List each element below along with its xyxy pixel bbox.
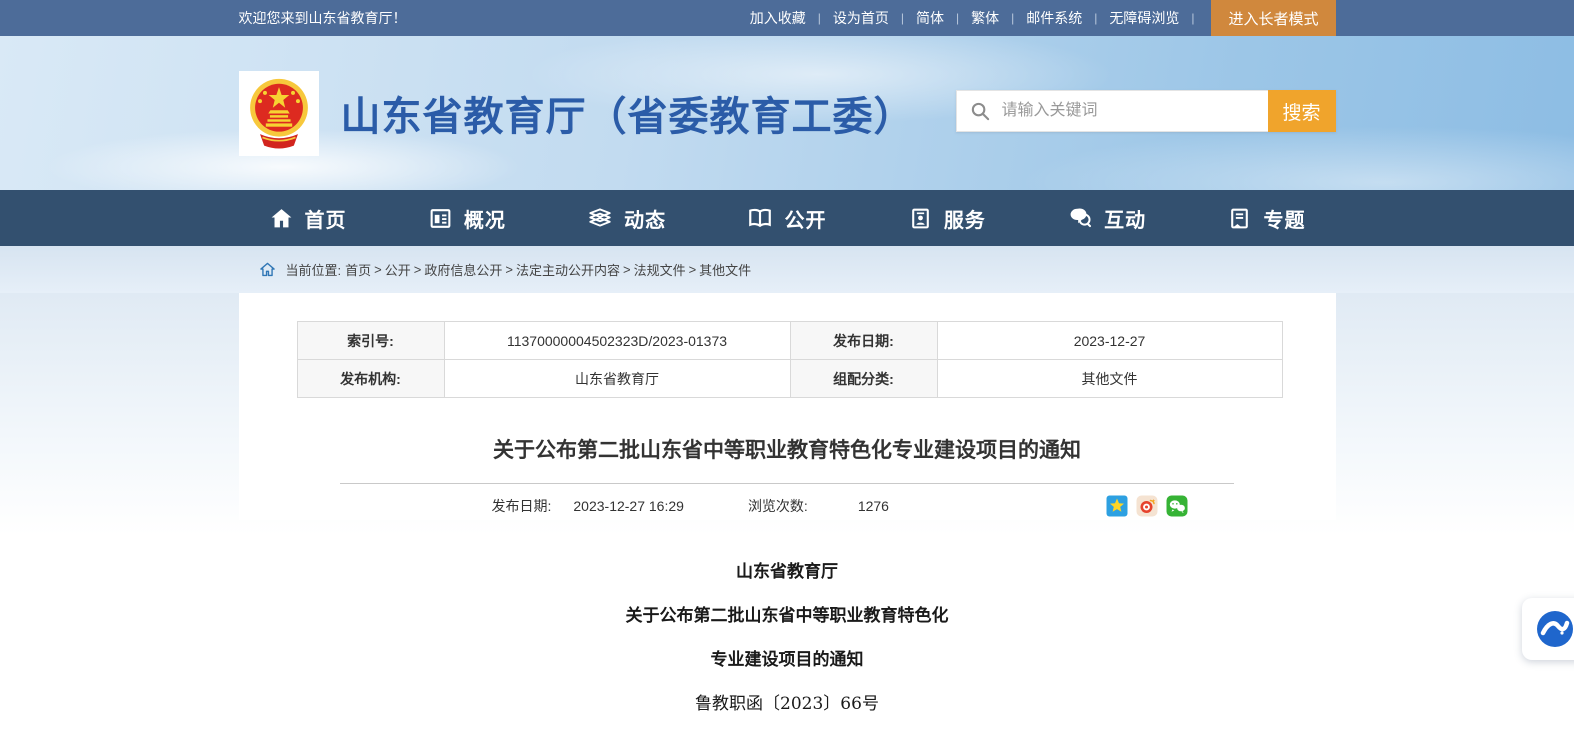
search-button[interactable]: 搜索 [1268, 90, 1336, 132]
open-book-icon [747, 205, 773, 231]
topbar-links: 加入收藏 | 设为首页 | 简体 | 繁体 | 邮件系统 | 无障碍浏览 | 进… [743, 0, 1336, 37]
nav-item-home[interactable]: 首页 [269, 204, 347, 233]
article-title: 关于公布第二批山东省中等职业教育特色化专业建设项目的通知 [239, 438, 1336, 464]
topbar: 欢迎您来到山东省教育厅！ 加入收藏 | 设为首页 | 简体 | 繁体 | 邮件系… [0, 0, 1574, 36]
category-value: 其他文件 [937, 360, 1282, 398]
article-body: 山东省教育厅 关于公布第二批山东省中等职业教育特色化 专业建设项目的通知 鲁教职… [0, 520, 1574, 713]
services-icon [908, 206, 933, 231]
topbar-divider: | [813, 11, 826, 25]
breadcrumb-separator: > [374, 262, 382, 277]
interaction-icon [1067, 205, 1093, 231]
gov-service-icon [1535, 609, 1574, 649]
main-content: 索引号: 11370000004502323D/2023-01373 发布日期:… [0, 293, 1574, 756]
topbar-divider: | [951, 11, 964, 25]
set-homepage-link[interactable]: 设为首页 [826, 8, 896, 28]
weibo-share-icon[interactable] [1136, 495, 1158, 517]
qzone-share-icon[interactable] [1106, 495, 1128, 517]
accessibility-link[interactable]: 无障碍浏览 [1102, 8, 1186, 28]
overview-icon [428, 206, 453, 231]
welcome-text: 欢迎您来到山东省教育厅！ [239, 8, 407, 28]
publisher-label: 发布机构: [297, 360, 444, 398]
article-card: 索引号: 11370000004502323D/2023-01373 发布日期:… [239, 293, 1336, 520]
main-nav: 首页 概况 动态 [0, 190, 1574, 246]
home-icon [269, 206, 294, 231]
breadcrumb-item-regulations[interactable]: 法规文件 [634, 260, 686, 279]
body-line: 专业建设项目的通知 [0, 652, 1574, 669]
site-title: 山东省教育厅（省委教育工委） [341, 84, 915, 142]
breadcrumb-item-disclosure[interactable]: 公开 [385, 260, 411, 279]
breadcrumb-item-gov-info[interactable]: 政府信息公开 [424, 260, 502, 279]
nav-item-topics[interactable]: 专题 [1227, 204, 1305, 233]
topbar-divider: | [1186, 11, 1199, 25]
breadcrumb-separator: > [689, 262, 697, 277]
breadcrumb-separator: > [623, 262, 631, 277]
search-input[interactable] [1000, 101, 1268, 121]
share-icons [1106, 495, 1188, 517]
search-box: 搜索 [956, 90, 1336, 132]
nav-item-label: 互动 [1104, 204, 1146, 233]
topbar-divider: | [1006, 11, 1019, 25]
body-line: 山东省教育厅 [0, 564, 1574, 581]
nav-item-label: 概况 [464, 204, 506, 233]
mail-system-link[interactable]: 邮件系统 [1019, 8, 1089, 28]
traditional-chinese-link[interactable]: 繁体 [964, 8, 1006, 28]
publish-time-value: 2023-12-27 16:29 [573, 498, 684, 514]
topics-icon [1227, 206, 1252, 231]
table-row: 索引号: 11370000004502323D/2023-01373 发布日期:… [297, 322, 1282, 360]
title-divider [340, 483, 1234, 484]
category-label: 组配分类: [790, 360, 937, 398]
breadcrumb-bar: 当前位置: 首页 > 公开 > 政府信息公开 > 法定主动公开内容 > 法规文件… [0, 246, 1574, 293]
publish-date-value: 2023-12-27 [937, 322, 1282, 360]
elder-mode-button[interactable]: 进入长者模式 [1211, 0, 1335, 37]
publish-date-label: 发布日期: [790, 322, 937, 360]
wechat-share-icon[interactable] [1166, 495, 1188, 517]
topbar-divider: | [896, 11, 909, 25]
table-row: 发布机构: 山东省教育厅 组配分类: 其他文件 [297, 360, 1282, 398]
breadcrumb-item-home[interactable]: 首页 [345, 260, 371, 279]
nav-item-disclosure[interactable]: 公开 [747, 204, 826, 233]
news-stack-icon [587, 205, 613, 231]
site-header: 山东省教育厅（省委教育工委） 搜索 [0, 36, 1574, 190]
search-icon [970, 101, 991, 122]
add-favorite-link[interactable]: 加入收藏 [743, 8, 813, 28]
index-number-value: 11370000004502323D/2023-01373 [444, 322, 790, 360]
nav-item-overview[interactable]: 概况 [428, 204, 506, 233]
view-count-label: 浏览次数: [748, 496, 808, 516]
topbar-divider: | [1089, 11, 1102, 25]
nav-item-services[interactable]: 服务 [908, 204, 986, 233]
index-number-label: 索引号: [297, 322, 444, 360]
home-outline-icon [259, 261, 276, 278]
nav-item-label: 动态 [624, 204, 666, 233]
simplified-chinese-link[interactable]: 简体 [909, 8, 951, 28]
publisher-value: 山东省教育厅 [444, 360, 790, 398]
breadcrumb-separator: > [505, 262, 513, 277]
breadcrumb-item-other-docs[interactable]: 其他文件 [699, 260, 751, 279]
nav-item-interaction[interactable]: 互动 [1067, 204, 1146, 233]
nav-item-label: 服务 [944, 204, 986, 233]
breadcrumb-item-statutory[interactable]: 法定主动公开内容 [516, 260, 620, 279]
breadcrumb-prefix: 当前位置: [286, 260, 342, 279]
national-emblem-icon [239, 71, 319, 156]
publish-time-label: 发布日期: [492, 496, 552, 516]
body-line: 关于公布第二批山东省中等职业教育特色化 [0, 608, 1574, 625]
doc-info-table: 索引号: 11370000004502323D/2023-01373 发布日期:… [297, 321, 1283, 398]
view-count-value: 1276 [858, 498, 889, 514]
breadcrumb-separator: > [414, 262, 422, 277]
body-line: 鲁教职函〔2023〕66号 [0, 696, 1574, 713]
nav-item-label: 专题 [1263, 204, 1305, 233]
nav-item-news[interactable]: 动态 [587, 204, 666, 233]
nav-item-label: 公开 [784, 204, 826, 233]
article-meta: 发布日期: 2023-12-27 16:29 浏览次数: 1276 [239, 492, 1336, 520]
gov-service-widget[interactable] [1522, 598, 1574, 660]
nav-item-label: 首页 [305, 204, 347, 233]
